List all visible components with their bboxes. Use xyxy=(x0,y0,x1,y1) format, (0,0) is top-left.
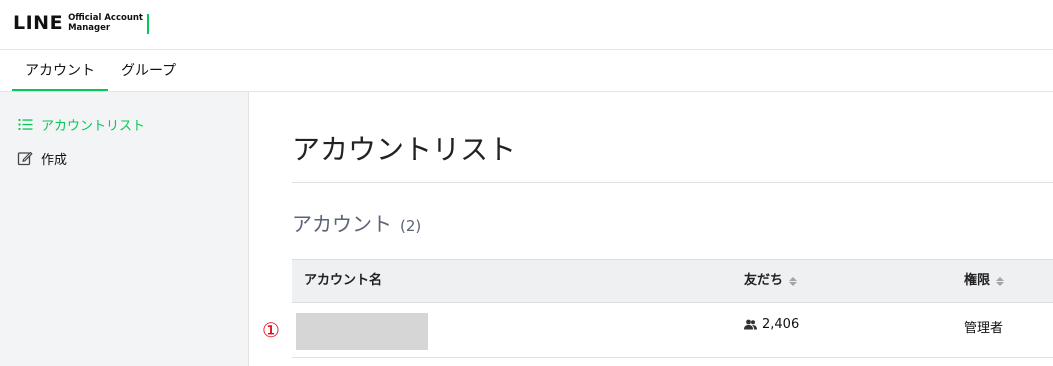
edit-icon xyxy=(17,150,33,166)
annotation-marker: ① xyxy=(262,318,280,342)
logo-subtitle: Official Account Manager xyxy=(68,13,143,33)
tab-account[interactable]: アカウント xyxy=(12,51,108,91)
sort-icon[interactable] xyxy=(789,276,798,286)
account-table: アカウント名 友だち 権限 ① 2,406 管理者 xyxy=(262,259,1053,358)
top-tabs: アカウント グループ xyxy=(0,51,1053,92)
logo-subtitle-line2: Manager xyxy=(68,23,111,33)
column-header-friends[interactable]: 友だち xyxy=(744,260,798,302)
sidebar-item-create[interactable]: 作成 xyxy=(17,148,67,168)
app-header: LINE Official Account Manager xyxy=(0,0,1053,50)
logo-subtitle-line1: Official Account xyxy=(68,13,143,23)
sidebar-item-label: 作成 xyxy=(41,152,68,168)
sidebar-item-account-list[interactable]: アカウントリスト xyxy=(17,114,145,134)
role-value: 管理者 xyxy=(964,321,1004,336)
sort-icon[interactable] xyxy=(996,276,1005,286)
sidebar: アカウントリスト 作成 xyxy=(0,92,249,366)
table-row[interactable]: ① 2,406 管理者 xyxy=(262,303,1053,358)
friends-count: 2,406 xyxy=(744,317,799,332)
sidebar-item-label: アカウントリスト xyxy=(41,118,146,134)
section-header: アカウント (2) xyxy=(292,208,421,237)
logo-brand: LINE xyxy=(13,12,64,34)
line-oa-manager-logo[interactable]: LINE Official Account Manager xyxy=(13,12,149,34)
page-title: アカウントリスト xyxy=(292,133,517,166)
tab-group[interactable]: グループ xyxy=(108,51,189,91)
column-header-role[interactable]: 権限 xyxy=(964,260,1005,302)
logo-accent-bar xyxy=(147,14,149,34)
users-icon xyxy=(744,319,757,330)
list-icon xyxy=(17,116,33,132)
table-header: アカウント名 友だち 権限 xyxy=(292,259,1053,303)
account-count: (2) xyxy=(400,217,422,235)
title-divider xyxy=(292,182,1053,183)
column-header-account-name: アカウント名 xyxy=(304,273,383,288)
main-content: アカウントリスト アカウント (2) アカウント名 友だち 権限 ① 2,406… xyxy=(250,92,1053,366)
account-name-redacted[interactable] xyxy=(296,313,428,350)
section-title: アカウント xyxy=(292,212,392,236)
